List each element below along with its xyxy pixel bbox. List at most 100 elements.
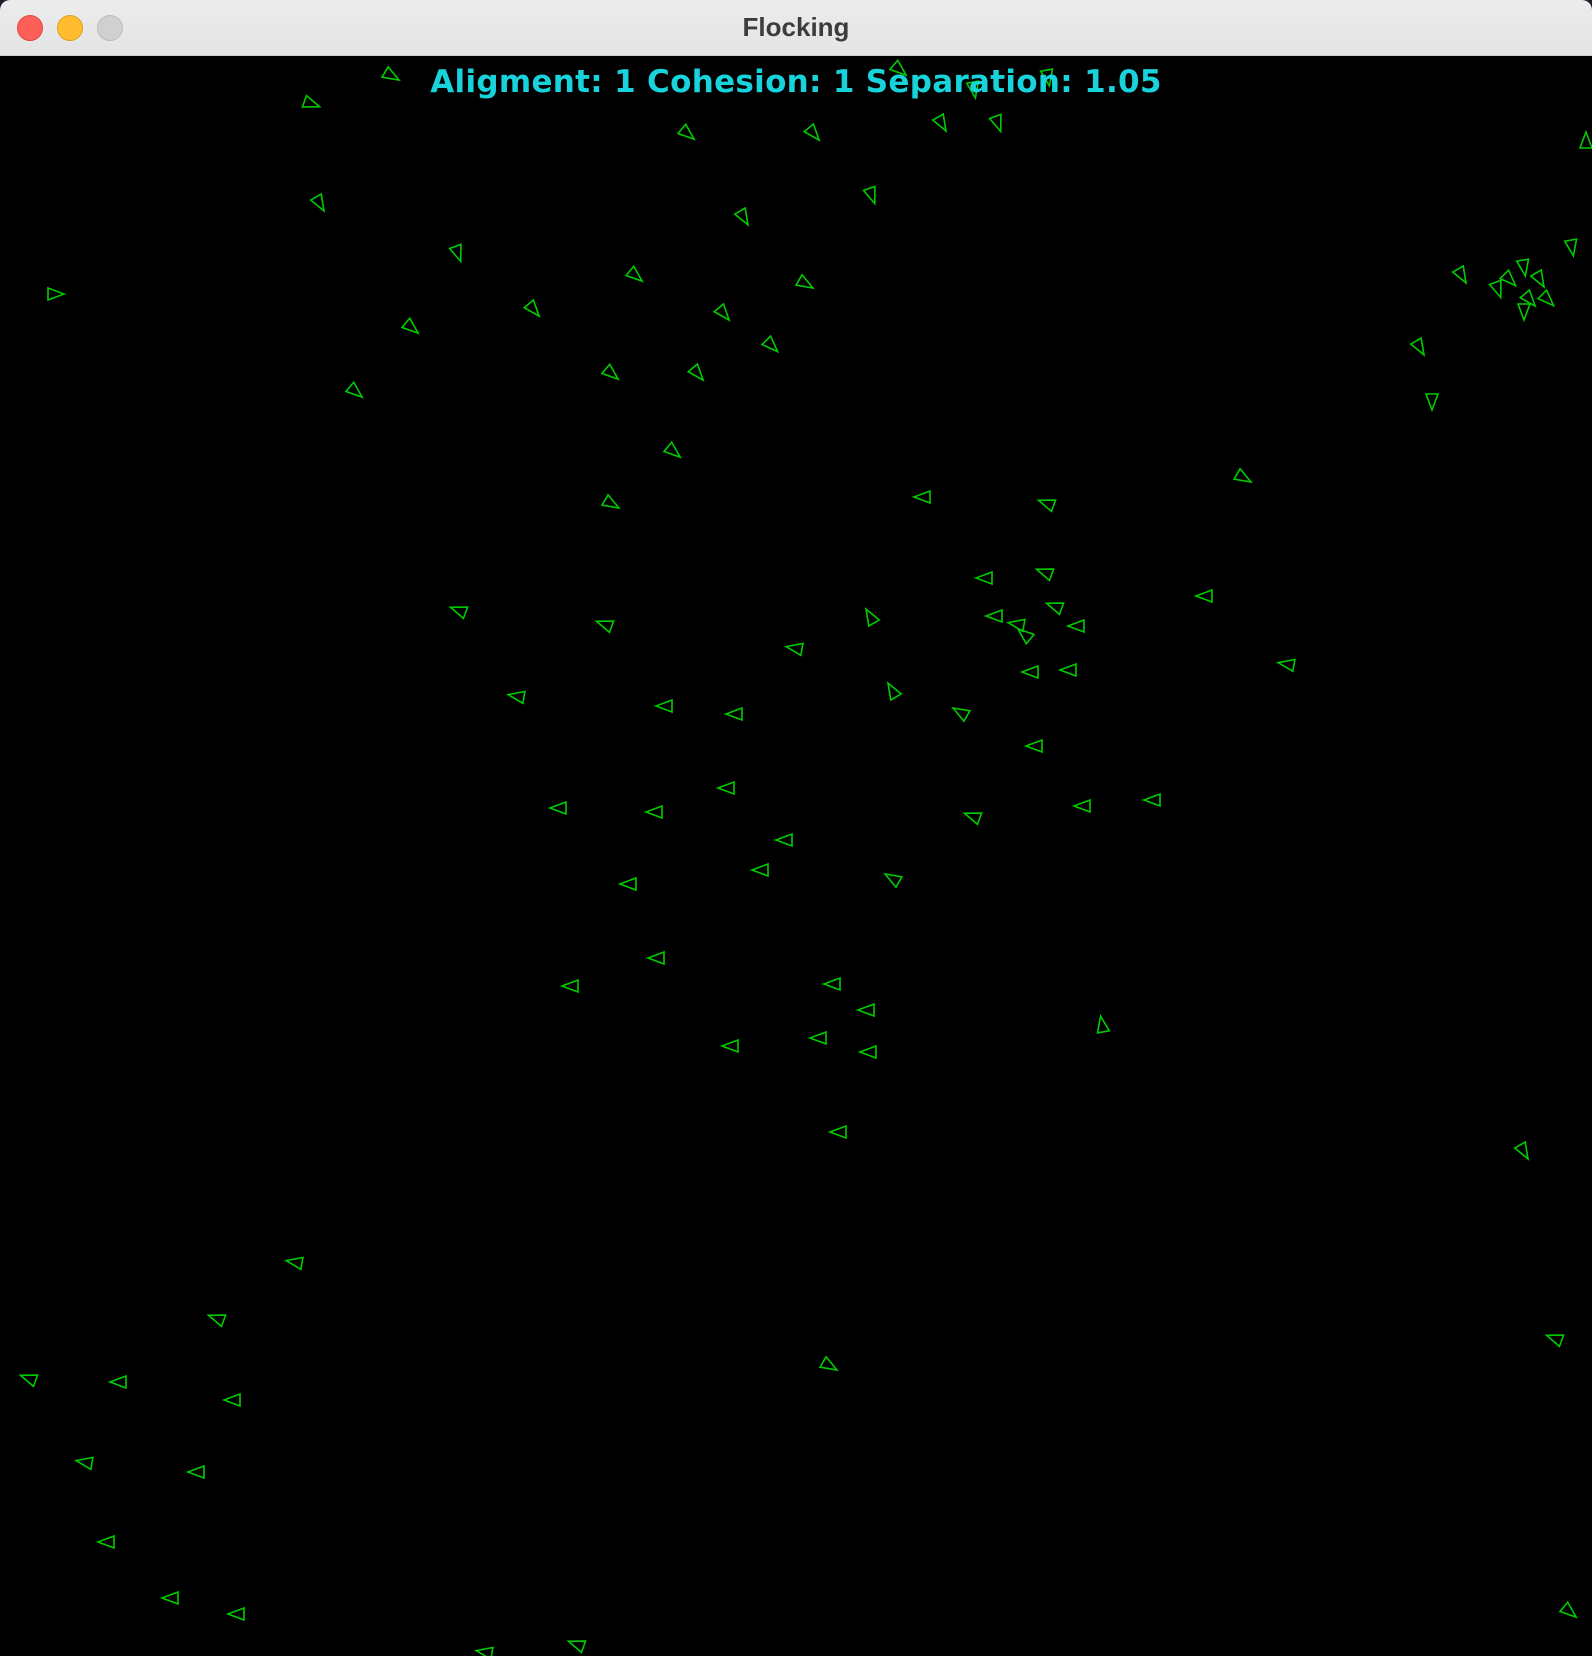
boid-triangle-icon (1044, 602, 1065, 616)
boid-triangle-icon (715, 780, 735, 796)
boid-triangle-icon (1023, 738, 1043, 754)
boid-triangle-icon (624, 264, 644, 283)
boid-triangle-icon (1558, 1600, 1578, 1619)
boid-triangle-icon (1057, 662, 1077, 678)
boid-triangle-icon (783, 642, 804, 657)
boid-triangle-icon (18, 1374, 39, 1388)
boid-triangle-icon (888, 58, 908, 77)
boid-triangle-icon (159, 1590, 179, 1606)
boid-triangle-icon (1544, 1334, 1565, 1348)
boid-triangle-icon (686, 362, 705, 382)
boid-triangle-icon (983, 608, 1003, 624)
boid-triangle-icon (185, 1464, 205, 1480)
boid-triangle-icon (886, 681, 903, 702)
boid-triangle-icon (794, 273, 815, 290)
boid-triangle-icon (733, 206, 750, 227)
boid-triangle-icon (653, 698, 673, 714)
boid-triangle-icon (911, 489, 931, 505)
boid-triangle-icon (662, 440, 682, 459)
boid-triangle-icon (857, 1044, 877, 1060)
boid-triangle-icon (773, 832, 793, 848)
simulation-canvas[interactable]: Aligment: 1 Cohesion: 1 Separation: 1.05 (0, 56, 1592, 1656)
boid-triangle-icon (400, 316, 420, 335)
boid-triangle-icon (855, 1002, 875, 1018)
boid-triangle-icon (827, 1124, 847, 1140)
window-title: Flocking (742, 12, 850, 42)
boid-triangle-icon (559, 978, 579, 994)
boid-triangle-icon (760, 334, 780, 354)
boid-triangle-icon (505, 690, 526, 705)
boid-triangle-icon (965, 80, 980, 101)
boid-triangle-icon (962, 812, 983, 826)
boid-triangle-icon (807, 1030, 827, 1046)
boid-triangle-icon (1518, 288, 1537, 308)
boid-triangle-icon (380, 65, 401, 82)
boid-triangle-icon (566, 1640, 587, 1654)
boid-triangle-icon (1515, 258, 1530, 279)
boid-triangle-icon (1424, 393, 1440, 413)
boid-triangle-icon (301, 94, 322, 108)
boid-triangle-icon (95, 1534, 115, 1550)
boid-triangle-icon (1096, 1013, 1111, 1034)
boid-triangle-icon (802, 122, 821, 142)
boid-triangle-icon (1529, 268, 1546, 289)
boid-triangle-icon (600, 493, 621, 510)
title-bar[interactable]: Flocking (0, 0, 1592, 56)
boid-triangle-icon (522, 298, 541, 318)
boid-triangle-icon (1578, 129, 1592, 149)
minimize-icon[interactable] (57, 15, 83, 41)
boid-triangle-icon (1193, 588, 1213, 604)
boid-triangle-icon (473, 1646, 494, 1656)
boid-triangle-icon (283, 1256, 304, 1271)
boid-triangle-icon (1513, 1140, 1530, 1161)
boid-triangle-icon (600, 362, 620, 381)
boid-triangle-icon (309, 192, 326, 213)
app-window: Flocking Aligment: 1 Cohesion: 1 Separat… (0, 0, 1592, 1656)
boid-triangle-icon (676, 122, 696, 141)
boid-triangle-icon (1034, 568, 1055, 582)
boid-triangle-icon (1516, 303, 1532, 323)
boid-triangle-icon (1232, 467, 1253, 484)
boid-triangle-icon (1275, 658, 1296, 673)
boid-triangle-icon (864, 607, 881, 628)
boid-triangle-icon (1036, 499, 1057, 513)
maximize-icon[interactable] (97, 15, 123, 41)
boid-triangle-icon (1005, 618, 1026, 633)
boid-triangle-icon (1498, 268, 1518, 288)
boid-triangle-icon (1409, 336, 1426, 357)
boid-triangle-icon (723, 706, 743, 722)
boid-triangle-icon (931, 112, 948, 133)
boid-triangle-icon (749, 862, 769, 878)
boid-triangle-icon (594, 620, 615, 634)
boid-triangle-icon (883, 872, 904, 889)
boid-triangle-icon (1536, 288, 1556, 308)
boid-triangle-icon (448, 243, 462, 264)
boid-triangle-icon (1563, 238, 1578, 259)
boid-triangle-icon (448, 606, 469, 620)
boid-triangle-icon (73, 1456, 94, 1471)
close-icon[interactable] (17, 15, 43, 41)
boid-triangle-icon (821, 976, 841, 992)
boid-triangle-icon (1451, 264, 1468, 285)
boid-triangle-icon (617, 876, 637, 892)
boid-triangle-icon (951, 706, 972, 723)
boid-triangle-icon (818, 1355, 839, 1372)
boid-triangle-icon (973, 570, 993, 586)
boid-triangle-icon (206, 1314, 227, 1328)
boid-field (18, 58, 1592, 1656)
boid-triangle-icon (719, 1038, 739, 1054)
boid-triangle-icon (645, 950, 665, 966)
boid-triangle-icon (1488, 279, 1502, 300)
boid-triangle-icon (712, 302, 731, 322)
boid-triangle-icon (1071, 798, 1091, 814)
boid-triangle-icon (862, 185, 876, 206)
boid-triangle-icon (1141, 792, 1161, 808)
boid-triangle-icon (221, 1392, 241, 1408)
boid-triangle-icon (1019, 664, 1039, 680)
boid-triangle-icon (1065, 618, 1085, 634)
boid-triangle-icon (988, 113, 1002, 134)
boid-triangle-icon (107, 1374, 127, 1390)
boid-triangle-icon (344, 380, 364, 399)
boid-triangle-icon (1039, 68, 1054, 89)
boid-triangle-icon (47, 286, 67, 302)
